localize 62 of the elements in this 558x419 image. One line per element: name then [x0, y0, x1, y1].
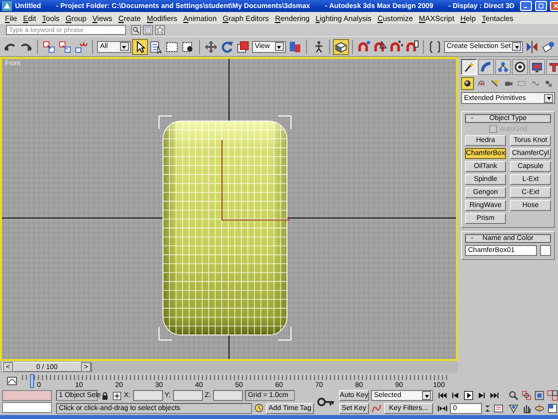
prev-frame-icon[interactable] — [450, 390, 461, 402]
go-end-icon[interactable] — [489, 390, 500, 402]
scale-icon[interactable] — [236, 40, 250, 54]
time-configuration-icon[interactable] — [493, 402, 504, 414]
time-tag-icon[interactable] — [254, 403, 264, 414]
app-icon — [2, 1, 12, 11]
named-selection-icon[interactable] — [428, 40, 442, 54]
color-swatch[interactable] — [540, 245, 551, 256]
snap-icon[interactable] — [356, 40, 371, 54]
field-of-view-icon[interactable] — [508, 402, 519, 414]
play-icon[interactable] — [463, 390, 474, 402]
select-icon[interactable] — [132, 40, 147, 54]
orbit-icon[interactable] — [534, 402, 545, 414]
zoom-icon[interactable] — [508, 390, 519, 402]
zoom-all-icon[interactable] — [521, 390, 532, 402]
select-by-name-icon[interactable] — [148, 40, 163, 54]
keyboard-shortcut-icon[interactable] — [334, 40, 348, 54]
curve-editor-icon[interactable] — [6, 375, 18, 387]
y-coordinate-field[interactable] — [172, 390, 203, 402]
move-icon[interactable] — [204, 40, 218, 54]
absolute-mode-icon[interactable] — [112, 390, 122, 401]
default-tangent-icon[interactable] — [371, 402, 382, 414]
next-frame-icon[interactable] — [476, 390, 487, 402]
zoom-extents-icon[interactable] — [534, 390, 545, 402]
unlink-icon[interactable] — [58, 40, 72, 54]
select-link-icon[interactable] — [42, 40, 56, 54]
maximize-button[interactable] — [535, 1, 548, 11]
pivot-icon[interactable] — [288, 40, 302, 54]
maxscript-output-field[interactable] — [2, 402, 52, 413]
zoom-extents-all-icon[interactable] — [547, 390, 558, 402]
utilities-tab[interactable] — [546, 59, 558, 75]
spinner-icon[interactable] — [484, 404, 491, 412]
z-coordinate-field[interactable] — [212, 390, 243, 402]
lock-icon[interactable] — [100, 390, 110, 401]
search-icon[interactable] — [131, 25, 141, 35]
shapes-icon[interactable] — [476, 78, 486, 89]
bind-icon[interactable] — [74, 40, 88, 54]
x-coordinate-field[interactable] — [132, 390, 163, 402]
hierarchy-tab[interactable] — [495, 59, 511, 75]
window-crossing-icon[interactable] — [180, 40, 195, 54]
maxscript-listener-field[interactable] — [2, 390, 52, 401]
display-tab[interactable] — [529, 59, 545, 75]
motion-tab[interactable] — [512, 59, 528, 75]
rotate-icon[interactable] — [220, 40, 234, 54]
time-marker — [30, 374, 34, 388]
minimize-button[interactable] — [520, 1, 532, 11]
angle-snap-icon[interactable] — [372, 40, 387, 54]
geometry-icon[interactable] — [462, 78, 473, 89]
modify-tab[interactable] — [478, 59, 494, 75]
lights-icon[interactable] — [489, 78, 500, 89]
pan-hand-icon[interactable] — [521, 402, 532, 414]
helpers-icon[interactable] — [516, 78, 527, 89]
maximize-viewport-icon[interactable] — [547, 402, 558, 414]
mirror-icon[interactable] — [525, 40, 540, 54]
favorites-star-icon[interactable] — [155, 25, 165, 35]
create-tab[interactable] — [461, 59, 477, 75]
spinner-snap-icon[interactable] — [404, 40, 419, 54]
rect-region-icon[interactable] — [164, 40, 179, 54]
percent-snap-icon[interactable] — [388, 40, 403, 54]
go-start-icon[interactable] — [437, 390, 448, 402]
align-icon[interactable] — [541, 40, 556, 54]
systems-icon[interactable] — [543, 78, 554, 89]
